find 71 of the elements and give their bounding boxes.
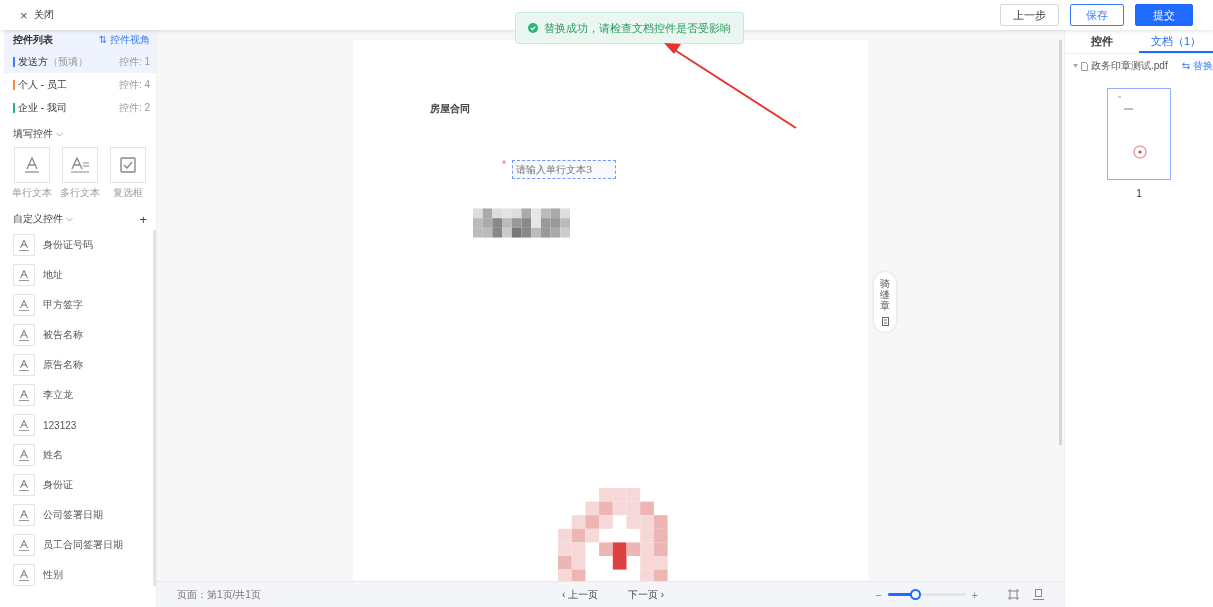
text-icon xyxy=(19,359,29,371)
custom-control-item[interactable]: 员工合同签署日期 xyxy=(13,534,144,556)
control-count: 控件: 2 xyxy=(118,100,150,115)
signer-name: 个人 - 员工 xyxy=(18,77,68,92)
custom-control-item[interactable]: 公司签署日期 xyxy=(13,504,144,526)
text-icon xyxy=(19,269,29,281)
save-button[interactable]: 保存 xyxy=(1070,4,1124,26)
page-thumbnail[interactable] xyxy=(1107,88,1171,180)
previous-step-button[interactable]: 上一步 xyxy=(1000,4,1059,26)
text-icon xyxy=(24,157,40,173)
panel-tab[interactable]: 控件 xyxy=(1065,31,1139,53)
fit-page-icon[interactable] xyxy=(1008,589,1019,600)
text-icon xyxy=(19,419,29,431)
zoom-out-button[interactable]: − xyxy=(875,588,882,601)
custom-control-item[interactable]: 身份证号码 xyxy=(13,234,144,256)
custom-control-item[interactable]: 原告名称 xyxy=(13,354,144,376)
signer-item[interactable]: 企业 - 我司 控件: 2 xyxy=(4,96,156,119)
custom-control-item[interactable]: 地址 xyxy=(13,264,144,286)
document-title: 房屋合同 xyxy=(430,102,470,116)
text-icon xyxy=(19,299,29,311)
fit-width-icon[interactable] xyxy=(1033,589,1044,600)
seam-seal-button[interactable]: 骑缝章 xyxy=(874,272,896,332)
replace-link[interactable]: ⇆ 替换 xyxy=(1181,59,1213,73)
check-circle-icon xyxy=(528,23,538,33)
scrollbar[interactable] xyxy=(1059,40,1062,445)
custom-control-item[interactable]: 李立龙 xyxy=(13,384,144,406)
submit-button[interactable]: 提交 xyxy=(1135,4,1193,26)
section-title: 自定义控件 xyxy=(13,212,63,226)
slider-thumb[interactable] xyxy=(909,589,921,600)
page-info: 页面：第1页/共1页 xyxy=(177,587,261,602)
text-icon xyxy=(19,509,29,521)
text-icon xyxy=(19,479,29,491)
control-view-link[interactable]: ⇅ 控件视角 xyxy=(98,33,150,47)
signer-item[interactable]: 发送方（预填） 控件: 1 xyxy=(4,50,156,73)
page-number: 1 xyxy=(1135,188,1143,199)
panel-tab[interactable]: 文档（1） xyxy=(1139,31,1213,53)
file-icon xyxy=(1081,61,1088,71)
toast-message: 替换成功，请检查文档控件是否受影响 xyxy=(544,20,731,36)
add-button[interactable]: + xyxy=(139,211,147,227)
custom-control-item[interactable]: 被告名称 xyxy=(13,324,144,346)
previous-page-button[interactable]: ‹ 上一页 xyxy=(561,587,598,602)
signer-item[interactable]: 个人 - 员工 控件: 4 xyxy=(4,73,156,96)
custom-control-item[interactable]: 身份证 xyxy=(13,474,144,496)
text-icon xyxy=(19,539,29,551)
text-icon xyxy=(19,569,29,581)
stamp-icon xyxy=(881,317,889,326)
panel-title: 控件列表 xyxy=(13,33,53,47)
text-icon xyxy=(19,449,29,461)
text-icon xyxy=(19,389,29,401)
caret-down-icon[interactable] xyxy=(1073,64,1078,68)
seal-mark-icon xyxy=(1133,145,1147,159)
checkbox-icon xyxy=(120,157,136,173)
signer-name: 发送方（预填） xyxy=(18,54,89,69)
custom-control-item[interactable]: 甲方签字 xyxy=(13,294,144,316)
next-page-button[interactable]: 下一页 › xyxy=(628,587,665,602)
text-icon xyxy=(19,329,29,341)
signer-name: 企业 - 我司 xyxy=(18,100,68,115)
custom-control-item[interactable]: 姓名 xyxy=(13,444,144,466)
file-name: 政务印章测试.pdf xyxy=(1091,59,1169,73)
chevron-down-icon xyxy=(56,131,63,137)
control-count: 控件: 1 xyxy=(118,54,150,69)
section-title: 填写控件 xyxy=(13,127,53,141)
chevron-down-icon xyxy=(66,216,73,222)
custom-control-item[interactable]: 性别 xyxy=(13,564,144,586)
control-count: 控件: 4 xyxy=(118,77,150,92)
multiline-text-icon xyxy=(70,157,90,173)
text-input-field[interactable]: 请输入单行文本3 xyxy=(512,160,616,179)
text-icon xyxy=(19,239,29,251)
close-button[interactable]: × 关闭 xyxy=(20,7,54,23)
required-mark: * xyxy=(502,159,506,170)
custom-control-item[interactable]: 123123 xyxy=(13,414,144,436)
